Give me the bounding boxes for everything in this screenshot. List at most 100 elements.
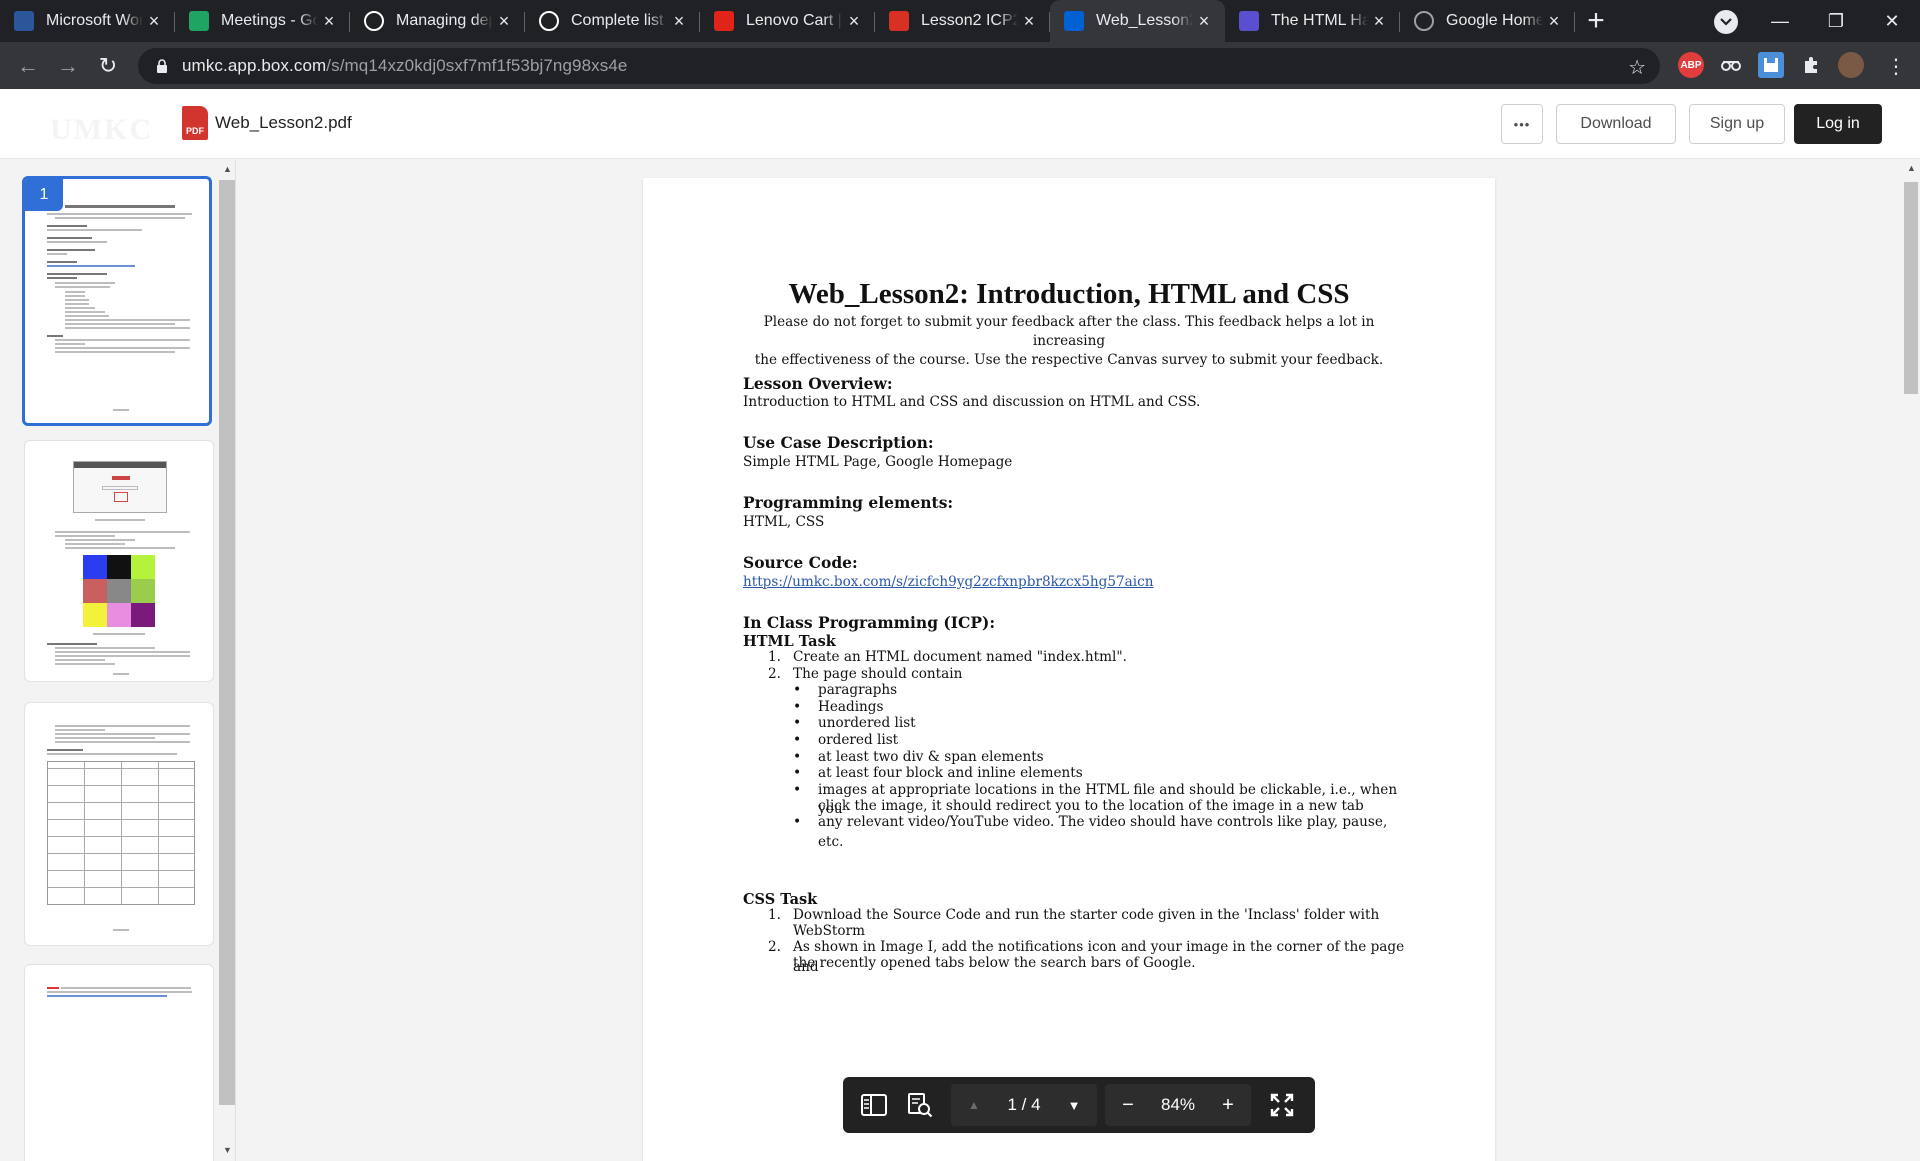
lesson-overview-heading: Lesson Overview: — [743, 374, 893, 393]
browser-tab[interactable]: Managing dep × — [350, 0, 525, 42]
log-in-button[interactable]: Log in — [1794, 104, 1882, 144]
thumbnail-image-google — [73, 461, 167, 513]
page-thumbnail-3[interactable] — [24, 702, 214, 946]
use-case-heading: Use Case Description: — [743, 433, 934, 452]
restore-icon[interactable]: ❐ — [1808, 0, 1864, 42]
profile-avatar[interactable] — [1838, 52, 1864, 78]
pdf-file-icon: PDF — [182, 106, 208, 140]
browser-menu-icon[interactable]: ⋮ — [1886, 54, 1906, 79]
umkc-icon — [889, 11, 909, 31]
address-bar[interactable]: umkc.app.box.com/s/mq14xz0kdj0sxf7mf1f53… — [138, 48, 1660, 84]
page-thumbnail-4[interactable] — [24, 964, 214, 1161]
github-icon — [364, 11, 384, 31]
next-page-icon[interactable]: ▼ — [1051, 1084, 1097, 1126]
adblock-extension-icon[interactable]: ABP — [1678, 52, 1704, 78]
zoom-in-icon[interactable]: + — [1205, 1084, 1251, 1126]
browser-tab[interactable]: Microsoft Wor × — [0, 0, 175, 42]
tab-title: Google Home — [1446, 12, 1543, 29]
tab-close-icon[interactable]: × — [843, 10, 865, 32]
tab-title: Web_Lesson2.p — [1096, 12, 1193, 29]
tab-close-icon[interactable]: × — [1193, 10, 1215, 32]
sidebar-scrollbar[interactable]: ▲ ▼ — [218, 160, 235, 1161]
previous-page-icon[interactable]: ▲ — [951, 1084, 997, 1126]
back-arrow-icon[interactable]: ← — [8, 46, 48, 86]
file-name: Web_Lesson2.pdf — [215, 113, 352, 132]
page-indicator[interactable]: 1 / 4 — [997, 1095, 1051, 1115]
save-extension-icon[interactable] — [1758, 52, 1784, 78]
icp-heading: In Class Programming (ICP): — [743, 613, 996, 632]
ms-word-icon — [14, 11, 34, 31]
sign-up-button[interactable]: Sign up — [1689, 104, 1785, 144]
document-viewer: Web_Lesson2: Introduction, HTML and CSS … — [237, 160, 1920, 1161]
minimize-icon[interactable]: — — [1752, 0, 1808, 42]
box-header: UMKC PDF Web_Lesson2.pdf ••• Download Si… — [0, 89, 1920, 159]
pdf-page-1: Web_Lesson2: Introduction, HTML and CSS … — [643, 178, 1495, 1161]
tab-close-icon[interactable]: × — [143, 10, 165, 32]
window-controls: — ❐ ✕ — [1752, 0, 1920, 42]
github-icon — [539, 11, 559, 31]
viewer-scrollbar[interactable]: ▲ — [1902, 160, 1920, 1161]
source-code-heading: Source Code: — [743, 553, 858, 572]
use-case-text: Simple HTML Page, Google Homepage — [743, 454, 1013, 470]
spy-extension-icon[interactable] — [1718, 52, 1744, 78]
tab-title: Lenovo Cart | L — [746, 12, 843, 29]
zoom-out-icon[interactable]: − — [1105, 1084, 1151, 1126]
browser-tab[interactable]: The HTML Han× — [1225, 0, 1400, 42]
forward-arrow-icon[interactable]: → — [48, 46, 88, 86]
programming-elements-heading: Programming elements: — [743, 493, 954, 512]
browser-toolbar: ← → ↻ umkc.app.box.com/s/mq14xz0kdj0sxf7… — [0, 42, 1920, 89]
page-thumbnail-2[interactable] — [24, 440, 214, 682]
thumbnail-rubric-table — [47, 761, 195, 905]
viewer-scroll-thumb[interactable] — [1904, 182, 1918, 394]
lesson-overview-text: Introduction to HTML and CSS and discuss… — [743, 394, 1201, 410]
thumbnail-color-grid — [83, 555, 155, 627]
list-item-text: the recently opened tabs below the searc… — [793, 955, 1196, 971]
browser-tab[interactable]: Lenovo Cart | L× — [700, 0, 875, 42]
google-drive-icon — [189, 11, 209, 31]
reload-icon[interactable]: ↻ — [88, 46, 128, 86]
globe-icon — [1414, 11, 1434, 31]
tab-list: Microsoft Wor × Meetings - Go × Managing dep… — [0, 0, 1575, 42]
list-number: 2. — [768, 665, 781, 682]
fullscreen-icon[interactable] — [1259, 1084, 1305, 1126]
download-button[interactable]: Download — [1556, 104, 1676, 144]
find-in-document-icon[interactable] — [897, 1084, 943, 1126]
sidebar-toggle-icon[interactable] — [851, 1084, 897, 1126]
bookmark-star-icon[interactable]: ☆ — [1628, 55, 1646, 80]
page-thumbnail-1[interactable]: 1 — [22, 176, 212, 426]
page-navigation: ▲ 1 / 4 ▼ — [951, 1084, 1097, 1126]
tab-close-icon[interactable]: × — [493, 10, 515, 32]
tab-close-icon[interactable]: × — [318, 10, 340, 32]
tab-close-icon[interactable]: × — [1368, 10, 1390, 32]
more-options-button[interactable]: ••• — [1501, 104, 1543, 144]
sidebar-scroll-thumb[interactable] — [219, 180, 235, 1105]
thumbnail-page-number: 1 — [25, 179, 63, 211]
pdf-control-bar: ▲ 1 / 4 ▼ − 84% + — [843, 1077, 1315, 1133]
list-item-text: any relevant video/YouTube video. The vi… — [818, 814, 1388, 850]
lock-icon — [157, 59, 167, 73]
html-requirement: • any relevant video/YouTube video. The v… — [793, 813, 1413, 852]
source-code-link[interactable]: https://umkc.box.com/s/zicfch9yg2zcfxnpb… — [743, 574, 1154, 590]
programming-elements-text: HTML, CSS — [743, 514, 825, 530]
tab-close-icon[interactable]: × — [1543, 10, 1565, 32]
intro-paragraph: Please do not forget to submit your feed… — [754, 314, 1384, 368]
close-window-icon[interactable]: ✕ — [1864, 0, 1920, 42]
tab-title: Meetings - Go — [221, 12, 318, 29]
browser-tab[interactable]: Meetings - Go × — [175, 0, 350, 42]
browser-tab[interactable]: Google Home × — [1400, 0, 1575, 42]
browser-tab[interactable]: Lesson2 ICP2 × — [875, 0, 1050, 42]
tab-title: Complete list o — [571, 12, 668, 29]
tab-search-icon[interactable] — [1714, 10, 1738, 34]
new-tab-button[interactable]: + — [1575, 0, 1617, 42]
tab-close-icon[interactable]: × — [1018, 10, 1040, 32]
css-step: the recently opened tabs below the searc… — [768, 954, 1408, 974]
zoom-level: 84% — [1160, 1095, 1196, 1114]
list-number — [768, 954, 793, 974]
tab-close-icon[interactable]: × — [668, 10, 690, 32]
box-icon — [1064, 11, 1084, 31]
puzzle-extension-icon[interactable] — [1798, 52, 1824, 78]
browser-tab[interactable]: Web_Lesson2.p× — [1050, 0, 1225, 42]
document-title: Web_Lesson2: Introduction, HTML and CSS — [788, 278, 1350, 310]
browser-tab[interactable]: Complete list o × — [525, 0, 700, 42]
tab-title: The HTML Han — [1271, 12, 1368, 29]
